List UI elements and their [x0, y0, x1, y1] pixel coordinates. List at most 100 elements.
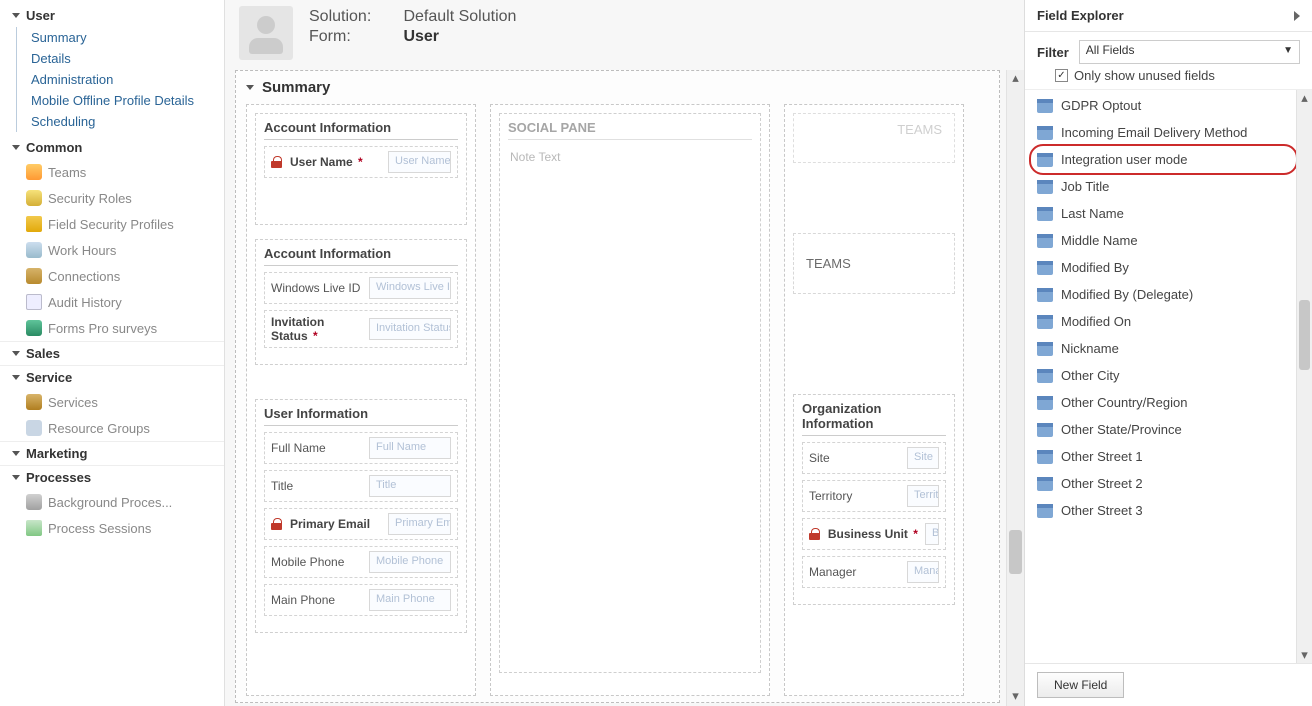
nav-item-background-proces-[interactable]: Background Proces... — [0, 489, 224, 515]
explorer-field-last-name[interactable]: Last Name — [1029, 200, 1296, 227]
field-label: Business Unit * — [828, 527, 919, 541]
section-user-info[interactable]: User Information Full NameFull NameTitle… — [255, 399, 467, 633]
field-list[interactable]: GDPR OptoutIncoming Email Delivery Metho… — [1025, 90, 1296, 663]
explorer-field-other-street-3[interactable]: Other Street 3 — [1029, 497, 1296, 524]
field-placeholder[interactable]: Title — [369, 475, 451, 497]
field-placeholder[interactable]: Full Name — [369, 437, 451, 459]
field-title[interactable]: TitleTitle — [264, 470, 458, 502]
explorer-field-integration-user-mode[interactable]: Integration user mode — [1029, 146, 1296, 173]
caret-down-icon — [246, 85, 254, 90]
field-label: Modified By (Delegate) — [1061, 287, 1193, 302]
explorer-field-incoming-email-delivery-method[interactable]: Incoming Email Delivery Method — [1029, 119, 1296, 146]
section-account-info-1[interactable]: Account Information User Name *User Name — [255, 113, 467, 225]
form-tab-summary[interactable]: Summary Account Information User Name *U… — [235, 70, 1000, 703]
nav-item-field-security-profiles[interactable]: Field Security Profiles — [0, 211, 224, 237]
explorer-field-modified-by[interactable]: Modified By — [1029, 254, 1296, 281]
form-canvas[interactable]: Summary Account Information User Name *U… — [225, 70, 1006, 706]
section-org-info[interactable]: Organization Information SiteSiteTerrito… — [793, 394, 955, 605]
scroll-up-icon[interactable]: ▴ — [1007, 70, 1024, 88]
explorer-field-nickname[interactable]: Nickname — [1029, 335, 1296, 362]
nav-link-summary[interactable]: Summary — [16, 27, 224, 48]
field-manager[interactable]: ManagerManager — [802, 556, 946, 588]
nav-group-marketing[interactable]: Marketing — [0, 441, 224, 465]
tab-column-3[interactable]: TEAMS TEAMS Organization Information Sit… — [784, 104, 964, 696]
nav-item-resource-groups[interactable]: Resource Groups — [0, 415, 224, 441]
nav-group-sales[interactable]: Sales — [0, 341, 224, 365]
explorer-field-other-country-region[interactable]: Other Country/Region — [1029, 389, 1296, 416]
field-mobile-phone[interactable]: Mobile PhoneMobile Phone — [264, 546, 458, 578]
nav-item-label: Forms Pro surveys — [48, 321, 157, 336]
explorer-field-job-title[interactable]: Job Title — [1029, 173, 1296, 200]
nav-link-mobile-offline-profile-details[interactable]: Mobile Offline Profile Details — [16, 90, 224, 111]
field-placeholder[interactable]: Business U — [925, 523, 939, 545]
nav-item-label: Process Sessions — [48, 521, 151, 536]
explorer-field-other-city[interactable]: Other City — [1029, 362, 1296, 389]
scroll-up-icon[interactable]: ▴ — [1297, 90, 1312, 106]
left-nav-scroll[interactable]: User SummaryDetailsAdministrationMobile … — [0, 0, 224, 706]
field-placeholder[interactable]: Territory — [907, 485, 939, 507]
tab-column-1[interactable]: Account Information User Name *User Name… — [246, 104, 476, 696]
field-primary-email[interactable]: Primary EmailPrimary Email — [264, 508, 458, 540]
nav-item-audit-history[interactable]: Audit History — [0, 289, 224, 315]
nav-group-common[interactable]: Common — [0, 136, 224, 159]
scroll-down-icon[interactable]: ▾ — [1007, 688, 1024, 706]
nav-link-administration[interactable]: Administration — [16, 69, 224, 90]
field-explorer-header[interactable]: Field Explorer — [1025, 0, 1312, 32]
scroll-thumb[interactable] — [1009, 530, 1022, 574]
field-placeholder[interactable]: Main Phone — [369, 589, 451, 611]
field-placeholder[interactable]: Invitation Status — [369, 318, 451, 340]
explorer-field-other-street-2[interactable]: Other Street 2 — [1029, 470, 1296, 497]
tab-column-2[interactable]: SOCIAL PANE Note Text — [490, 104, 770, 696]
only-unused-label: Only show unused fields — [1074, 68, 1215, 83]
nav-item-connections[interactable]: Connections — [0, 263, 224, 289]
checkbox-icon[interactable]: ✓ — [1055, 69, 1068, 82]
field-placeholder[interactable]: Primary Email — [388, 513, 451, 535]
field-main-phone[interactable]: Main PhoneMain Phone — [264, 584, 458, 616]
explorer-field-gdpr-optout[interactable]: GDPR Optout — [1029, 92, 1296, 119]
field-placeholder[interactable]: User Name — [388, 151, 451, 173]
nav-link-details[interactable]: Details — [16, 48, 224, 69]
nav-item-services[interactable]: Services — [0, 389, 224, 415]
nav-item-label: Resource Groups — [48, 421, 150, 436]
field-user-name[interactable]: User Name *User Name — [264, 146, 458, 178]
chevron-right-icon[interactable] — [1294, 11, 1300, 21]
new-field-button[interactable]: New Field — [1037, 672, 1124, 698]
canvas-scrollbar[interactable]: ▴ ▾ — [1006, 70, 1024, 706]
field-territory[interactable]: TerritoryTerritory — [802, 480, 946, 512]
field-business-unit[interactable]: Business Unit * Business U — [802, 518, 946, 550]
field-site[interactable]: SiteSite — [802, 442, 946, 474]
scroll-thumb[interactable] — [1299, 300, 1310, 370]
field-invitation-status[interactable]: Invitation Status *Invitation Status — [264, 310, 458, 348]
field-placeholder[interactable]: Manager — [907, 561, 939, 583]
entity-title[interactable]: User — [0, 4, 224, 27]
field-icon — [1037, 207, 1053, 221]
field-full-name[interactable]: Full NameFull Name — [264, 432, 458, 464]
field-placeholder[interactable]: Site — [907, 447, 939, 469]
explorer-field-other-state-province[interactable]: Other State/Province — [1029, 416, 1296, 443]
section-teams[interactable]: TEAMS — [793, 233, 955, 294]
nav-group-processes[interactable]: Processes — [0, 465, 224, 489]
field-placeholder[interactable]: Windows Live ID — [369, 277, 451, 299]
only-unused-row[interactable]: ✓ Only show unused fields — [1025, 68, 1312, 89]
nav-item-security-roles[interactable]: Security Roles — [0, 185, 224, 211]
explorer-field-modified-by-delegate-[interactable]: Modified By (Delegate) — [1029, 281, 1296, 308]
caret-down-icon — [12, 475, 20, 480]
nav-link-scheduling[interactable]: Scheduling — [16, 111, 224, 132]
explorer-field-modified-on[interactable]: Modified On — [1029, 308, 1296, 335]
nav-group-service[interactable]: Service — [0, 365, 224, 389]
nav-item-forms-pro-surveys[interactable]: Forms Pro surveys — [0, 315, 224, 341]
filter-select[interactable]: All Fields — [1079, 40, 1300, 64]
section-social-pane[interactable]: SOCIAL PANE Note Text — [499, 113, 761, 673]
field-windows-live-id[interactable]: Windows Live IDWindows Live ID — [264, 272, 458, 304]
field-list-scrollbar[interactable]: ▴ ▾ — [1296, 90, 1312, 663]
section-account-info-2[interactable]: Account Information Windows Live IDWindo… — [255, 239, 467, 365]
nav-item-teams[interactable]: Teams — [0, 159, 224, 185]
explorer-field-other-street-1[interactable]: Other Street 1 — [1029, 443, 1296, 470]
field-placeholder[interactable]: Mobile Phone — [369, 551, 451, 573]
nav-item-work-hours[interactable]: Work Hours — [0, 237, 224, 263]
ic-team-icon — [26, 164, 42, 180]
field-label: Last Name — [1061, 206, 1124, 221]
scroll-down-icon[interactable]: ▾ — [1297, 647, 1312, 663]
nav-item-process-sessions[interactable]: Process Sessions — [0, 515, 224, 541]
explorer-field-middle-name[interactable]: Middle Name — [1029, 227, 1296, 254]
